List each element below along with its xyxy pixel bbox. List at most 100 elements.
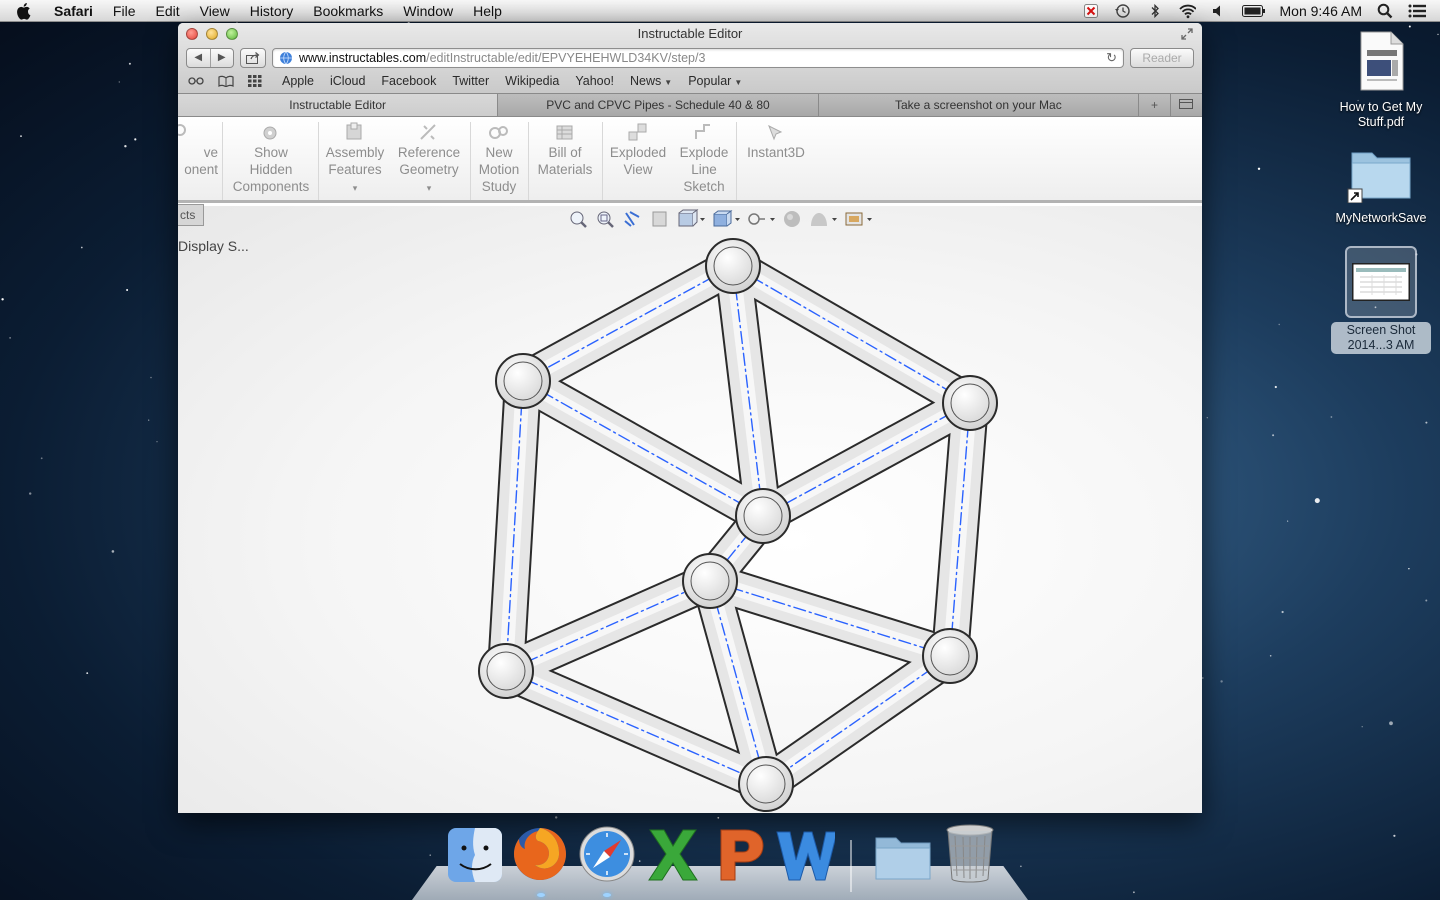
desktop-icon-mynetworksave[interactable]: MyNetworkSave bbox=[1331, 145, 1431, 226]
star bbox=[1314, 498, 1320, 504]
dock-trash[interactable] bbox=[940, 820, 1000, 884]
feature-manager-tab[interactable]: cts bbox=[178, 204, 204, 226]
favorite-apple[interactable]: Apple bbox=[282, 74, 314, 88]
star bbox=[1133, 891, 1135, 894]
favorite-popular[interactable]: Popular ▼ bbox=[688, 74, 742, 88]
component-icon bbox=[178, 124, 186, 136]
top-sites-icon[interactable] bbox=[248, 74, 266, 88]
ribbon-label-line: New bbox=[485, 145, 513, 160]
menubar-clock[interactable]: Mon 9:46 AM bbox=[1280, 3, 1363, 19]
menu-window[interactable]: Window bbox=[393, 0, 463, 22]
address-bar[interactable]: www.instructables.com/editInstructable/e… bbox=[272, 48, 1124, 68]
ribbon-label-line: onent bbox=[184, 162, 218, 177]
display-states-label[interactable]: Display S... bbox=[178, 238, 249, 254]
ribbon-insert-component[interactable]: ve onent bbox=[178, 122, 218, 200]
ribbon-bill-of-materials[interactable]: Bill of Materials bbox=[532, 122, 598, 200]
dock-safari[interactable] bbox=[577, 820, 637, 884]
apply-scene-icon[interactable] bbox=[808, 208, 838, 230]
ribbon-label-line: Explode bbox=[679, 145, 729, 160]
dock-excel[interactable] bbox=[643, 820, 703, 884]
star bbox=[1269, 655, 1272, 657]
favorite-wikipedia[interactable]: Wikipedia bbox=[505, 74, 559, 88]
edit-appearance-icon[interactable] bbox=[781, 208, 803, 230]
star bbox=[20, 135, 22, 138]
display-style-icon[interactable] bbox=[711, 208, 741, 230]
menu-history[interactable]: History bbox=[240, 0, 304, 22]
ribbon-new-motion-study[interactable]: New Motion Study bbox=[474, 122, 524, 200]
favorite-icloud[interactable]: iCloud bbox=[330, 74, 365, 88]
tab-overview-icon[interactable] bbox=[1169, 94, 1202, 116]
star bbox=[1281, 610, 1284, 614]
favorite-facebook[interactable]: Facebook bbox=[381, 74, 436, 88]
ribbon-label-line: Study bbox=[481, 179, 517, 194]
time-machine-icon[interactable] bbox=[1114, 3, 1132, 19]
star bbox=[1, 298, 4, 301]
ribbon-divider bbox=[736, 122, 737, 200]
ribbon-explode-line-sketch[interactable]: Explode Line Sketch bbox=[674, 122, 734, 200]
favorite-twitter[interactable]: Twitter bbox=[452, 74, 489, 88]
desktop-icon-screenshot[interactable]: Screen Shot 2014...3 AM bbox=[1331, 246, 1431, 354]
forward-button[interactable]: ▶ bbox=[211, 49, 234, 67]
ribbon-label-line: Bill of bbox=[548, 145, 582, 160]
reload-icon[interactable]: ↻ bbox=[1106, 50, 1117, 66]
share-button[interactable] bbox=[240, 48, 266, 68]
bookmarks-icon[interactable] bbox=[218, 74, 236, 88]
close-status-icon[interactable] bbox=[1082, 3, 1100, 19]
tab-instructable-editor[interactable]: Instructable Editor bbox=[178, 94, 498, 116]
ribbon-exploded-view[interactable]: Exploded View bbox=[606, 122, 670, 200]
menu-app-safari[interactable]: Safari bbox=[46, 0, 103, 22]
ribbon-assembly-features[interactable]: Assembly Features ▾ bbox=[322, 122, 388, 200]
hide-show-icon[interactable] bbox=[746, 208, 776, 230]
star bbox=[126, 289, 129, 291]
favorite-news[interactable]: News ▼ bbox=[630, 74, 672, 88]
ribbon-divider bbox=[318, 122, 319, 200]
reference-geometry-icon bbox=[420, 124, 436, 140]
menu-file[interactable]: File bbox=[103, 0, 146, 22]
view-settings-icon[interactable] bbox=[843, 208, 873, 230]
battery-icon[interactable] bbox=[1241, 3, 1266, 19]
apple-menu-icon[interactable] bbox=[0, 2, 46, 20]
window-toolbar: Instructable Editor ◀ ▶ www.instructable… bbox=[178, 23, 1202, 94]
favorite-yahoo[interactable]: Yahoo! bbox=[575, 74, 614, 88]
finder-icon bbox=[448, 828, 502, 882]
spotlight-icon[interactable] bbox=[1376, 3, 1394, 19]
bluetooth-icon[interactable] bbox=[1146, 3, 1164, 19]
tab-pvc-pipes[interactable]: PVC and CPVC Pipes - Schedule 40 & 80 bbox=[497, 94, 817, 116]
star bbox=[1361, 726, 1363, 728]
dock-firefox[interactable] bbox=[510, 820, 570, 884]
desktop-icon-pdf[interactable]: How to Get My Stuff.pdf bbox=[1331, 30, 1431, 130]
menu-bookmarks[interactable]: Bookmarks bbox=[303, 0, 393, 22]
menu-help[interactable]: Help bbox=[463, 0, 512, 22]
new-tab-button[interactable]: + bbox=[1137, 94, 1170, 116]
page-content: ve onent Show Hidden Components Assembly… bbox=[178, 118, 1202, 813]
tab-screenshot-mac[interactable]: Take a screenshot on your Mac bbox=[817, 94, 1138, 116]
previous-view-icon[interactable] bbox=[622, 208, 644, 230]
safari-compass-icon bbox=[579, 826, 635, 882]
zoom-to-fit-icon[interactable] bbox=[568, 208, 590, 230]
dock-powerpoint[interactable] bbox=[710, 820, 770, 884]
bill-of-materials-icon bbox=[556, 125, 573, 140]
menu-edit[interactable]: Edit bbox=[145, 0, 189, 22]
view-orientation-icon[interactable] bbox=[676, 208, 706, 230]
dock-finder[interactable] bbox=[445, 820, 505, 884]
dock-word[interactable] bbox=[775, 820, 835, 884]
volume-icon[interactable] bbox=[1210, 3, 1228, 19]
section-view-icon[interactable] bbox=[649, 208, 671, 230]
back-button[interactable]: ◀ bbox=[187, 49, 211, 67]
fullscreen-icon[interactable] bbox=[1180, 27, 1194, 41]
ribbon-instant3d[interactable]: Instant3D bbox=[740, 122, 812, 200]
zoom-area-icon[interactable] bbox=[595, 208, 617, 230]
desktop-icon-label: MyNetworkSave bbox=[1335, 211, 1427, 225]
ribbon-label-line: Sketch bbox=[683, 179, 725, 194]
dock-applications-folder[interactable] bbox=[872, 820, 932, 884]
ribbon-show-hidden-components[interactable]: Show Hidden Components bbox=[226, 122, 316, 200]
star bbox=[40, 457, 43, 460]
star bbox=[555, 816, 558, 819]
ribbon-reference-geometry[interactable]: Reference Geometry ▾ bbox=[392, 122, 466, 200]
notification-icon[interactable] bbox=[1408, 3, 1426, 19]
reading-list-icon[interactable] bbox=[188, 74, 206, 88]
menu-view[interactable]: View bbox=[190, 0, 240, 22]
reader-button[interactable]: Reader bbox=[1130, 48, 1194, 68]
wifi-icon[interactable] bbox=[1178, 3, 1196, 19]
running-indicator-safari bbox=[603, 893, 611, 897]
